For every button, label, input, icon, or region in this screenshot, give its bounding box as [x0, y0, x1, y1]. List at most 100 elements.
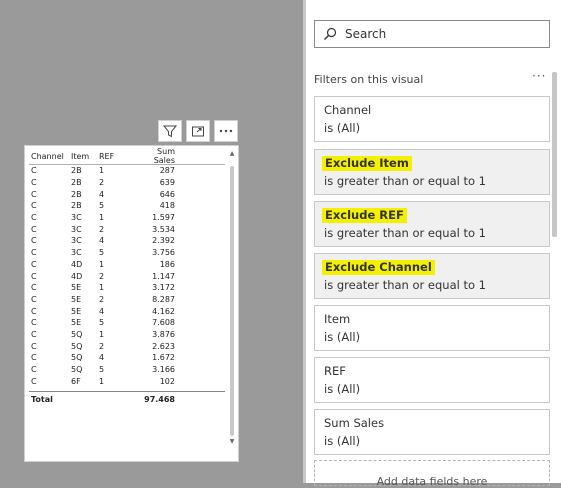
column-header-sum-sales[interactable]: Sum Sales [135, 147, 175, 165]
table-row[interactable]: C 5E 4 4.162 [29, 305, 225, 317]
cell-sum-sales: 287 [159, 166, 175, 176]
cell-ref: 1 [99, 376, 105, 386]
cell-sum-sales: 2.623 [152, 341, 175, 351]
search-icon [323, 27, 337, 41]
filter-card-exclude-item[interactable]: Exclude Item is greater than or equal to… [314, 149, 550, 195]
table-visual[interactable]: Channel Item REF Sum Sales C 2B 1 287 C 2B 2 63… [24, 145, 239, 462]
table-row[interactable]: C 2B 2 639 [29, 177, 225, 189]
cell-channel: C [31, 271, 37, 281]
visual-header [158, 120, 238, 144]
cell-item: 5Q [71, 341, 83, 351]
filter-card-condition: is greater than or equal to 1 [324, 278, 486, 292]
cell-ref: 5 [99, 318, 105, 328]
cell-item: 3C [71, 213, 82, 223]
column-header-ref[interactable]: REF [99, 152, 121, 161]
cell-channel: C [31, 224, 37, 234]
cell-channel: C [31, 353, 37, 363]
cell-sum-sales: 639 [159, 178, 175, 188]
scroll-up-icon[interactable]: ▲ [228, 150, 236, 157]
cell-ref: 5 [99, 365, 105, 375]
table-total-row: Total 97.468 [29, 391, 225, 406]
filter-card-exclude-ref[interactable]: Exclude REF is greater than or equal to … [314, 201, 550, 247]
filter-card-exclude-channel[interactable]: Exclude Channel is greater than or equal… [314, 253, 550, 299]
cell-channel: C [31, 201, 37, 211]
table-row[interactable]: C 4D 2 1.147 [29, 270, 225, 282]
cell-sum-sales: 4.162 [152, 306, 175, 316]
cell-channel: C [31, 329, 37, 339]
add-data-fields-drop-zone[interactable]: Add data fields here [314, 460, 550, 488]
more-options-icon[interactable]: ··· [532, 69, 546, 83]
cell-sum-sales: 8.287 [152, 294, 175, 304]
total-label: Total [31, 394, 53, 404]
filter-card-name: Exclude REF [322, 208, 407, 223]
table-row[interactable]: C 5E 2 8.287 [29, 294, 225, 306]
cell-ref: 1 [99, 166, 105, 176]
cell-item: 4D [71, 259, 83, 269]
total-value: 97.468 [144, 394, 175, 404]
cell-item: 3C [71, 224, 82, 234]
cell-ref: 2 [99, 224, 105, 234]
cell-sum-sales: 7.608 [152, 318, 175, 328]
cell-channel: C [31, 341, 37, 351]
focus-mode-icon[interactable] [186, 120, 210, 142]
table-row[interactable]: C 3C 1 1.597 [29, 212, 225, 224]
table-row[interactable]: C 2B 5 418 [29, 200, 225, 212]
table-scrollbar-thumb[interactable] [230, 166, 234, 436]
cell-item: 3C [71, 248, 82, 258]
cell-channel: C [31, 178, 37, 188]
table-row[interactable]: C 5E 1 3.172 [29, 282, 225, 294]
cell-item: 3C [71, 236, 82, 246]
cell-ref: 1 [99, 283, 105, 293]
scroll-down-icon[interactable]: ▼ [228, 438, 236, 445]
cell-item: 5E [71, 294, 82, 304]
cell-channel: C [31, 213, 37, 223]
cell-ref: 4 [99, 353, 105, 363]
search-input[interactable]: Search [314, 20, 550, 48]
cell-ref: 1 [99, 259, 105, 269]
filter-card-ref[interactable]: REF is (All) [314, 357, 550, 403]
filter-card-item[interactable]: Item is (All) [314, 305, 550, 351]
cell-channel: C [31, 283, 37, 293]
cell-sum-sales: 3.166 [152, 365, 175, 375]
table-row[interactable]: C 3C 5 3.756 [29, 247, 225, 259]
cell-sum-sales: 1.597 [152, 213, 175, 223]
table-row[interactable]: C 5Q 5 3.166 [29, 364, 225, 376]
table-row[interactable]: C 5Q 1 3.876 [29, 329, 225, 341]
cell-item: 5Q [71, 365, 83, 375]
column-header-channel[interactable]: Channel [29, 152, 71, 161]
pane-scrollbar-thumb[interactable] [552, 72, 557, 237]
cell-sum-sales: 3.756 [152, 248, 175, 258]
cell-item: 5E [71, 306, 82, 316]
more-options-icon[interactable] [214, 120, 238, 142]
cell-sum-sales: 2.392 [152, 236, 175, 246]
table-row[interactable]: C 2B 4 646 [29, 188, 225, 200]
filter-card-sum-sales[interactable]: Sum Sales is (All) [314, 409, 550, 455]
table-row[interactable]: C 4D 1 186 [29, 259, 225, 271]
filters-pane: Search Filters on this visual ··· Channe… [306, 0, 561, 488]
table-row[interactable]: C 3C 2 3.534 [29, 223, 225, 235]
cell-sum-sales: 3.534 [152, 224, 175, 234]
cell-ref: 2 [99, 178, 105, 188]
filter-card-name: Exclude Channel [322, 260, 435, 275]
filter-card-name: Item [324, 312, 351, 326]
cell-ref: 5 [99, 201, 105, 211]
cell-channel: C [31, 318, 37, 328]
table-row[interactable]: C 5E 5 7.608 [29, 317, 225, 329]
cell-channel: C [31, 236, 37, 246]
filter-card-name: Sum Sales [324, 416, 385, 430]
table-row[interactable]: C 5Q 2 2.623 [29, 340, 225, 352]
filter-icon[interactable] [158, 120, 182, 142]
table-row[interactable]: C 6F 1 102 [29, 375, 225, 387]
table-row[interactable]: C 2B 1 287 [29, 165, 225, 177]
report-canvas: Channel Item REF Sum Sales C 2B 1 287 C 2B 2 63… [0, 0, 303, 483]
cell-sum-sales: 3.876 [152, 329, 175, 339]
filter-card-channel[interactable]: Channel is (All) [314, 96, 550, 142]
cell-item: 2B [71, 189, 82, 199]
filter-card-name: Channel [324, 103, 372, 117]
table-row[interactable]: C 5Q 4 1.672 [29, 352, 225, 364]
cell-sum-sales: 1.147 [152, 271, 175, 281]
cell-sum-sales: 102 [159, 376, 175, 386]
cell-channel: C [31, 259, 37, 269]
table-row[interactable]: C 3C 4 2.392 [29, 235, 225, 247]
column-header-item[interactable]: Item [71, 152, 99, 161]
